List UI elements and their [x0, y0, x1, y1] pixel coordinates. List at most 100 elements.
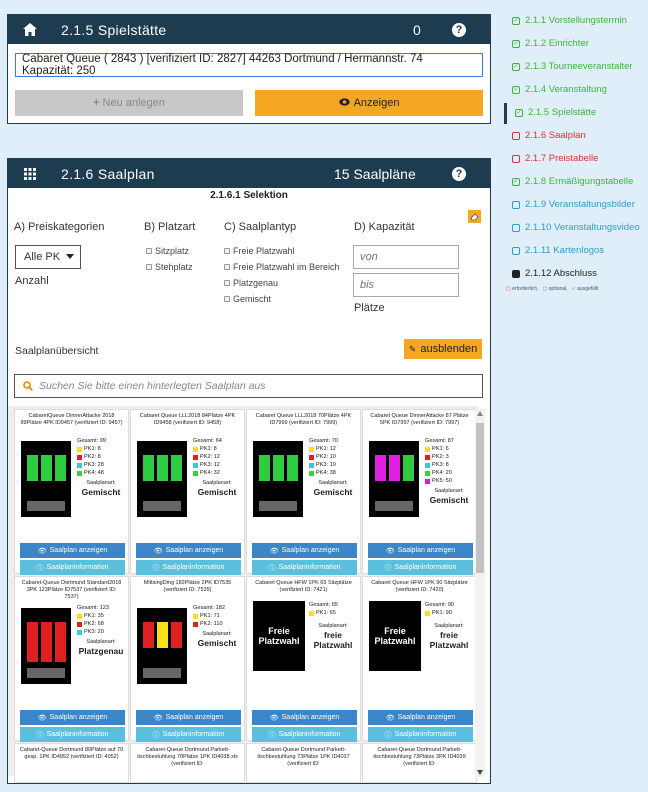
show-seatplan-button[interactable]: 👁 Saalplan anzeigen: [368, 543, 473, 558]
total-count: Gesamt: 90: [425, 601, 454, 609]
show-seatplan-button[interactable]: 👁 Saalplan anzeigen: [20, 710, 125, 725]
seatplan-info-button[interactable]: ⓘ Saalplaninformation: [136, 560, 241, 575]
pk-color-swatch: [193, 462, 198, 468]
pk-count: PK2: 3: [425, 453, 454, 461]
eye-icon: 👁: [153, 547, 163, 555]
status-icon: [512, 154, 520, 163]
seatplan-info-button[interactable]: ⓘ Saalplaninformation: [20, 727, 125, 742]
scroll-thumb[interactable]: [476, 423, 484, 573]
total-count: Gesamt: 99: [77, 437, 106, 445]
seatplan-info-button[interactable]: ⓘ Saalplaninformation: [252, 727, 357, 742]
sidebar-item[interactable]: 2.1.11 Kartenlogos: [512, 245, 604, 256]
seatplan-thumbnail: [21, 441, 71, 517]
venue-input[interactable]: Cabaret Queue ( 2843 ) [verifiziert ID: …: [15, 53, 483, 77]
button-label: Saalplaninformation: [278, 564, 341, 571]
eye-icon: 👁: [385, 547, 395, 555]
button-label: Saalplan anzeigen: [49, 714, 108, 721]
button-label: Saalplaninformation: [46, 731, 109, 738]
seat-type-label: Saalplanart:: [86, 639, 116, 645]
stat-text: PK1: 65: [316, 610, 336, 616]
show-seatplan-button[interactable]: 👁 Saalplan anzeigen: [136, 543, 241, 558]
checkbox-box: [224, 296, 230, 302]
platzgenau-checkbox[interactable]: Platzgenau: [224, 278, 278, 288]
seatplan-info-button[interactable]: ⓘ Saalplaninformation: [136, 727, 241, 742]
stat-text: PK3: 12: [200, 462, 220, 468]
seat-type-value: Gemischt: [197, 638, 237, 648]
seatplan-info-button[interactable]: ⓘ Saalplaninformation: [368, 560, 473, 575]
help-icon[interactable]: ?: [452, 23, 466, 37]
eye-icon: [338, 97, 350, 109]
card-title: Cabaret-Queue Dortmund Standard2018 3PK …: [21, 580, 122, 600]
pk-select[interactable]: Alle PK: [15, 245, 81, 269]
card-title: MittsingDing 182Plätze 2PK ID7535 (verif…: [143, 580, 232, 593]
capacity-from-input[interactable]: [353, 245, 459, 269]
stat-text: PK1: 90: [432, 610, 452, 616]
new-button-label: Neu anlegen: [102, 97, 165, 109]
eraser-button[interactable]: [468, 210, 481, 223]
eye-icon: 👁: [269, 547, 279, 555]
sidebar-item[interactable]: ✓ 2.1.5 Spielstätte: [515, 107, 596, 118]
sidebar-item[interactable]: ✓ 2.1.3 Tourneeveranstalter: [512, 61, 633, 72]
seat-block: [171, 455, 182, 481]
sidebar-item[interactable]: 2.1.12 Abschluss: [512, 268, 597, 279]
checkbox-label: Freie Platzwahl: [233, 246, 295, 256]
sidebar-item[interactable]: 2.1.6 Saalplan: [512, 130, 586, 141]
check-icon: ✓: [515, 108, 523, 117]
sidebar-item[interactable]: ✓ 2.1.8 Ermäßigungstabelle: [512, 176, 633, 187]
status-icon: [512, 223, 520, 232]
new-button[interactable]: + Neu anlegen: [15, 90, 243, 116]
show-seatplan-button[interactable]: 👁 Saalplan anzeigen: [252, 543, 357, 558]
hide-button[interactable]: ✎ ausblenden: [404, 339, 482, 359]
sidebar-item[interactable]: ✓ 2.1.4 Veranstaltung: [512, 84, 607, 95]
selection-subhead: 2.1.6.1 Selektion: [210, 190, 288, 201]
capacity-to-input[interactable]: [353, 273, 459, 297]
col-b-label: B) Platzart: [144, 221, 196, 233]
pk-color-swatch: [77, 613, 82, 619]
sidebar-item[interactable]: 2.1.7 Preistabelle: [512, 153, 598, 164]
seat-block: [171, 622, 182, 648]
freie-platzwahl-checkbox[interactable]: Freie Platzwahl: [224, 246, 295, 256]
seatplan-info-button[interactable]: ⓘ Saalplaninformation: [252, 560, 357, 575]
checkbox-box: [146, 248, 152, 254]
sidebar-item[interactable]: 2.1.10 Veranstaltungsvideo: [512, 222, 640, 233]
show-seatplan-button[interactable]: 👁 Saalplan anzeigen: [20, 543, 125, 558]
panel-title: 2.1.5 Spielstätte: [61, 21, 167, 38]
stat-text: PK1: 35: [84, 613, 104, 619]
help-icon[interactable]: ?: [452, 167, 466, 181]
seat-block: [403, 455, 414, 481]
sidebar-item[interactable]: ✓ 2.1.2 Einrichter: [512, 38, 589, 49]
home-icon[interactable]: [20, 20, 40, 40]
seat-type-value: freie Platzwahl: [313, 630, 353, 650]
scroll-up-arrow[interactable]: [477, 411, 483, 416]
stehplatz-checkbox[interactable]: Stehplatz: [146, 262, 193, 272]
show-button[interactable]: Anzeigen: [255, 90, 483, 116]
eye-icon: 👁: [269, 714, 279, 722]
sidebar-item-label: 2.1.2 Einrichter: [525, 38, 589, 49]
seat-block: [143, 622, 154, 648]
gemischt-checkbox[interactable]: Gemischt: [224, 294, 271, 304]
show-seatplan-button[interactable]: 👁 Saalplan anzeigen: [368, 710, 473, 725]
show-seatplan-button[interactable]: 👁 Saalplan anzeigen: [136, 710, 241, 725]
eye-icon: 👁: [153, 714, 163, 722]
sidebar-item[interactable]: 2.1.9 Veranstaltungsbilder: [512, 199, 635, 210]
scroll-down-arrow[interactable]: [477, 770, 483, 775]
freie-platzwahl-bereich-checkbox[interactable]: Freie Platzwahl im Bereich: [224, 262, 340, 272]
stat-text: Gesamt: 70: [309, 438, 338, 444]
sitzplatz-checkbox[interactable]: Sitzplatz: [146, 246, 189, 256]
seat-type-value: Gemischt: [197, 487, 237, 497]
button-label: Saalplan anzeigen: [397, 714, 456, 721]
grid-icon[interactable]: [20, 164, 40, 184]
saalplan-search[interactable]: Suchen Sie bitte einen hinterlegten Saal…: [14, 374, 483, 398]
button-label: Saalplaninformation: [394, 731, 457, 738]
pk-color-swatch: [425, 610, 430, 616]
sidebar-item[interactable]: ✓ 2.1.1 Vorstellungstermin: [512, 15, 627, 26]
info-icon: ⓘ: [152, 731, 160, 739]
button-label: Saalplan anzeigen: [281, 714, 340, 721]
seatplan-info-button[interactable]: ⓘ Saalplaninformation: [368, 727, 473, 742]
saalplan-card: Cabaret-Queue Dortmund Parkett-tischbest…: [362, 743, 477, 783]
card-stats: Gesamt: 90 PK1: 90: [425, 601, 454, 617]
scrollbar[interactable]: [475, 409, 485, 777]
stat-text: PK4: 32: [200, 470, 220, 476]
seatplan-info-button[interactable]: ⓘ Saalplaninformation: [20, 560, 125, 575]
show-seatplan-button[interactable]: 👁 Saalplan anzeigen: [252, 710, 357, 725]
